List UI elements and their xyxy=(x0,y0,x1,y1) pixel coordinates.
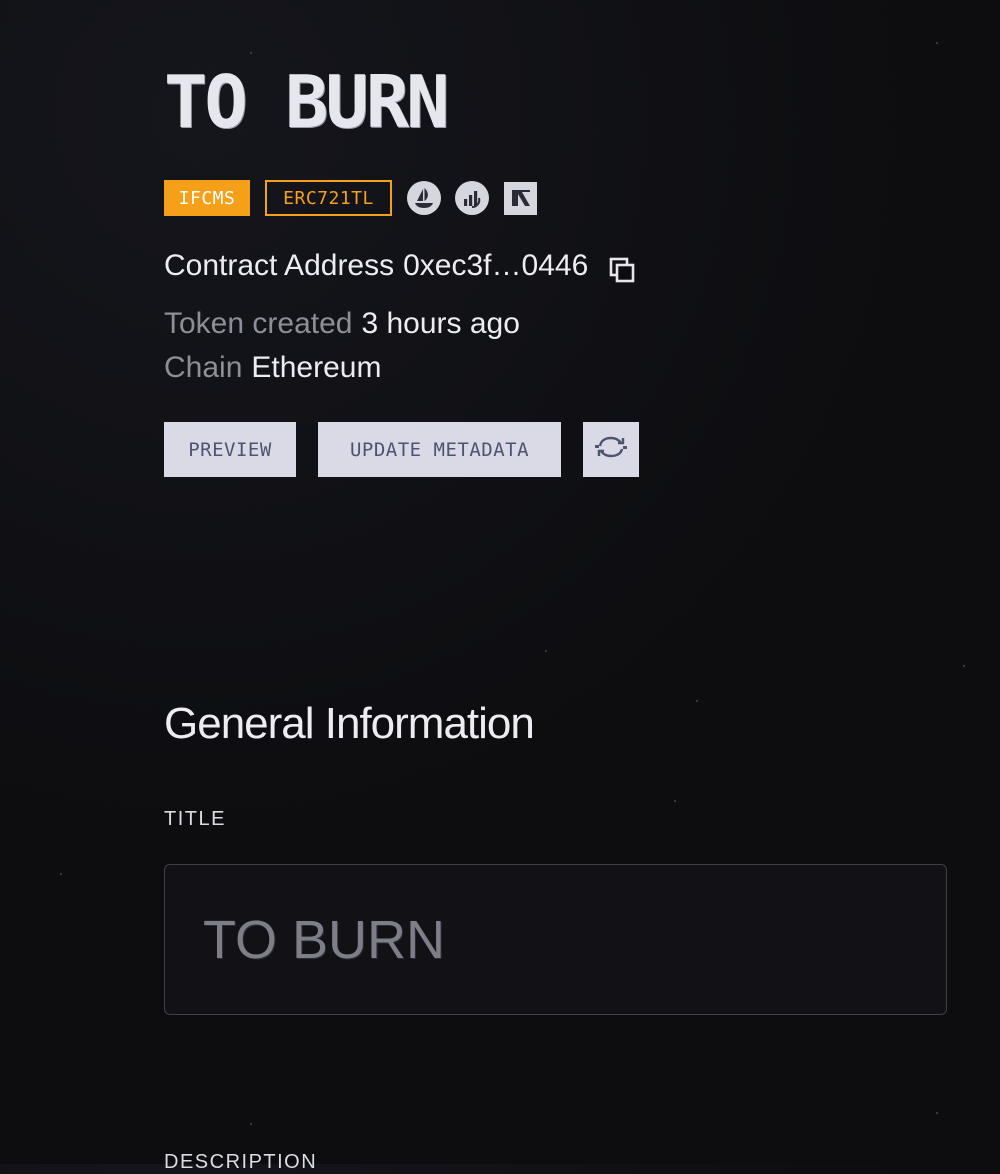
contract-address-label: Contract Address xyxy=(164,249,395,282)
standard-badge: ERC721TL xyxy=(265,180,392,216)
opensea-icon[interactable] xyxy=(407,181,441,215)
title-field-label: TITLE xyxy=(164,808,226,830)
chain-row: Chain Ethereum xyxy=(164,348,381,388)
chain-label: Chain xyxy=(164,351,243,384)
chart-icon[interactable] xyxy=(455,181,489,215)
marketplace-icon[interactable] xyxy=(504,181,537,215)
background-star xyxy=(545,650,547,652)
general-information-heading: General Information xyxy=(164,699,535,748)
background-star xyxy=(250,1123,252,1125)
contract-address-value: 0xec3f…0446 xyxy=(403,249,589,282)
background-star xyxy=(674,800,676,802)
background-star xyxy=(60,873,62,875)
refresh-icon xyxy=(594,434,628,465)
chain-value: Ethereum xyxy=(251,351,382,384)
background-star xyxy=(963,665,965,667)
token-created-value: 3 hours ago xyxy=(361,307,520,340)
refresh-button[interactable] xyxy=(583,422,639,477)
background-star xyxy=(250,52,252,54)
preview-button[interactable]: PREVIEW xyxy=(164,422,296,477)
token-created-label: Token created xyxy=(164,307,353,340)
background-star xyxy=(936,42,938,44)
token-created-row: Token created 3 hours ago xyxy=(164,304,520,344)
copy-icon[interactable] xyxy=(608,256,636,284)
background-star xyxy=(696,700,698,702)
update-metadata-button[interactable]: UPDATE METADATA xyxy=(318,422,561,477)
token-actions: PREVIEW UPDATE METADATA xyxy=(164,422,639,477)
protocol-badge: IFCMS xyxy=(164,180,250,216)
page-title: TO BURN xyxy=(164,60,449,144)
contract-address-row: Contract Address 0xec3f…0446 xyxy=(164,246,636,286)
background-star xyxy=(936,1112,938,1114)
token-badges: IFCMS ERC721TL xyxy=(164,180,537,216)
title-input[interactable] xyxy=(164,864,947,1015)
description-field-label: DESCRIPTION xyxy=(164,1151,318,1173)
